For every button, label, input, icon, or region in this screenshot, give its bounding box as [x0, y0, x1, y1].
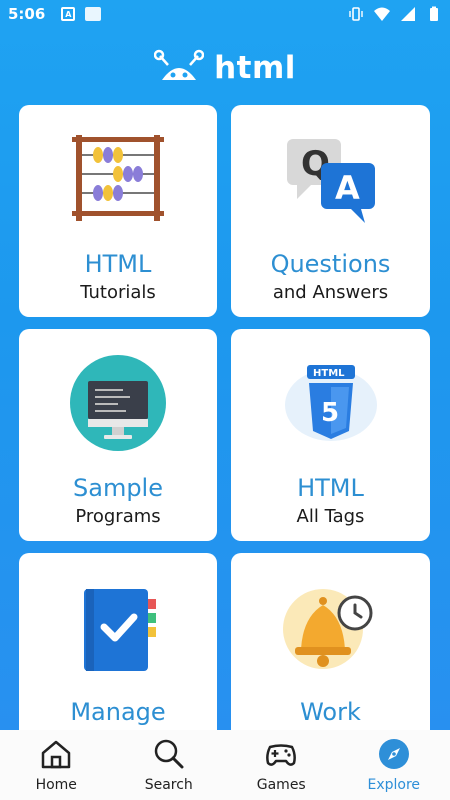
notebook-check-icon: [84, 589, 156, 671]
card-work[interactable]: Work: [231, 553, 430, 753]
battery-icon: [430, 6, 438, 21]
bell-clock-icon: [282, 589, 372, 669]
android-logo-icon: [154, 49, 205, 80]
status-bar: 5:06 A: [0, 0, 450, 28]
card-title: Work: [300, 698, 361, 726]
card-subtitle: Programs: [75, 506, 161, 527]
gamepad-icon: [266, 744, 297, 766]
card-title: HTML: [297, 474, 364, 502]
nav-explore[interactable]: Explore: [338, 730, 450, 800]
card-title: Questions: [270, 250, 391, 278]
card-questions-answers[interactable]: Q A Questions and Answers: [231, 105, 430, 317]
card-title: Sample: [73, 474, 163, 502]
nav-label: Home: [35, 777, 77, 793]
card-subtitle: All Tags: [296, 506, 365, 527]
status-time: 5:06: [8, 5, 46, 23]
abacus-icon: [72, 135, 164, 221]
signal-icon: [401, 7, 415, 21]
card-manage[interactable]: Manage: [19, 553, 217, 753]
card-title: Manage: [70, 698, 166, 726]
bottom-nav: Home Search Games Explore: [0, 730, 450, 800]
card-sample-programs[interactable]: Sample Programs: [19, 329, 217, 541]
nav-label: Explore: [367, 777, 421, 793]
search-icon: [154, 739, 184, 769]
card-subtitle: and Answers: [272, 282, 389, 303]
home-icon: [42, 740, 71, 769]
nav-label: Games: [256, 777, 306, 793]
qa-icon: Q A: [286, 139, 375, 223]
app-header: html: [0, 44, 450, 92]
card-subtitle: Tutorials: [80, 282, 156, 303]
html5-icon: HTML 5: [284, 365, 377, 441]
nav-home[interactable]: Home: [0, 730, 113, 800]
status-right: [348, 6, 442, 22]
compass-icon: [378, 739, 409, 769]
svg-text:A: A: [335, 169, 360, 207]
card-title: HTML: [84, 250, 152, 278]
notification-a-icon: A: [61, 7, 76, 21]
card-html-tutorials[interactable]: HTML Tutorials: [19, 105, 217, 317]
computer-icon: [70, 355, 166, 451]
card-html-all-tags[interactable]: HTML 5 HTML All Tags: [231, 329, 430, 541]
app-title: html: [214, 50, 296, 86]
nav-label: Search: [144, 777, 193, 793]
nav-games[interactable]: Games: [225, 730, 338, 800]
svg-text:HTML: HTML: [313, 368, 345, 379]
vibrate-icon: [349, 7, 363, 21]
wifi-icon: [374, 7, 390, 21]
svg-text:5: 5: [321, 398, 339, 428]
nav-search[interactable]: Search: [113, 730, 226, 800]
notification-letter: A: [65, 9, 72, 19]
notification-icon: [85, 7, 102, 21]
